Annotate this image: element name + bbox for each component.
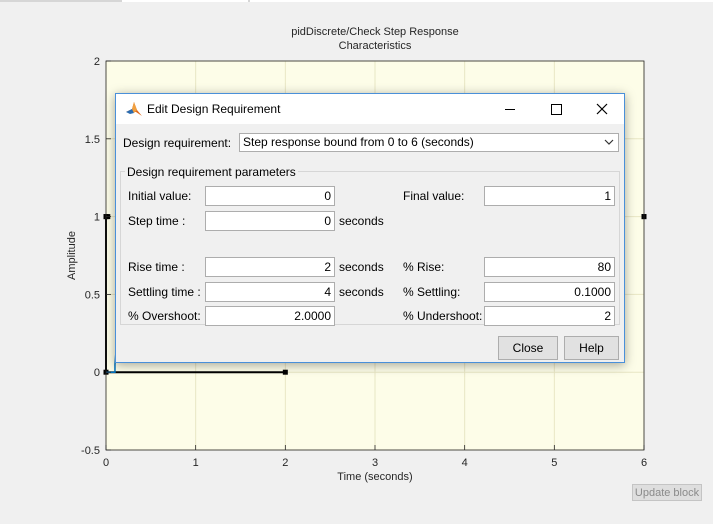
- initial-value-label: Initial value:: [128, 189, 192, 203]
- close-window-button[interactable]: [579, 94, 625, 124]
- x-tick-label: 2: [282, 457, 288, 469]
- matlab-icon: [126, 102, 142, 116]
- bound-marker: [282, 369, 288, 375]
- final-value-field[interactable]: 1: [484, 186, 615, 206]
- settling-time-field[interactable]: 4: [205, 282, 335, 302]
- x-tick-label: 5: [551, 457, 557, 469]
- dialog-titlebar[interactable]: Edit Design Requirement: [116, 94, 624, 124]
- pct-overshoot-label: % Overshoot:: [128, 309, 201, 323]
- requirement-label: Design requirement:: [123, 136, 232, 150]
- chart-title-line1: pidDiscrete/Check Step Response: [291, 26, 459, 38]
- initial-value-field[interactable]: 0: [205, 186, 335, 206]
- x-axis-label: Time (seconds): [337, 471, 412, 483]
- y-tick-label: 0.5: [85, 289, 100, 301]
- pct-overshoot-field[interactable]: 2.0000: [205, 306, 335, 326]
- y-tick-label: 1: [94, 212, 100, 224]
- pct-undershoot-label: % Undershoot:: [403, 309, 483, 323]
- rise-time-label: Rise time :: [128, 260, 185, 274]
- rise-time-unit: seconds: [339, 260, 384, 274]
- step-time-field[interactable]: 0: [205, 211, 335, 231]
- pct-settling-field[interactable]: 0.1000: [484, 282, 615, 302]
- close-icon: [596, 103, 608, 115]
- requirement-select-value: Step response bound from 0 to 6 (seconds…: [243, 135, 474, 149]
- settling-time-unit: seconds: [339, 285, 384, 299]
- x-tick-label: 1: [193, 457, 199, 469]
- settling-time-label: Settling time :: [128, 285, 201, 299]
- maximize-icon: [551, 104, 562, 115]
- x-tick-label: 4: [462, 457, 468, 469]
- close-button[interactable]: Close: [498, 336, 558, 360]
- chart-title-line2: Characteristics: [339, 40, 412, 52]
- maximize-button[interactable]: [533, 94, 579, 124]
- minimize-icon: [505, 109, 515, 110]
- x-tick-label: 3: [372, 457, 378, 469]
- step-time-unit: seconds: [339, 214, 384, 228]
- dialog-title: Edit Design Requirement: [147, 102, 281, 116]
- pct-rise-label: % Rise:: [403, 260, 445, 274]
- parameters-group-title: Design requirement parameters: [125, 165, 298, 179]
- final-value-label: Final value:: [403, 189, 465, 203]
- minimize-button[interactable]: [487, 94, 533, 124]
- pct-settling-label: % Settling:: [403, 285, 461, 299]
- y-tick-label: 1.5: [85, 134, 100, 146]
- y-tick-label: -0.5: [81, 445, 100, 457]
- chevron-down-icon: [604, 139, 614, 145]
- x-tick-label: 6: [641, 457, 647, 469]
- y-tick-label: 2: [94, 56, 100, 68]
- update-block-button[interactable]: Update block: [632, 484, 702, 501]
- step-time-label: Step time :: [128, 214, 186, 228]
- help-button[interactable]: Help: [564, 336, 619, 360]
- y-axis-label: Amplitude: [66, 231, 78, 280]
- y-tick-label: 0: [94, 367, 100, 379]
- requirement-select[interactable]: Step response bound from 0 to 6 (seconds…: [239, 133, 619, 152]
- pct-rise-field[interactable]: 80: [484, 257, 615, 277]
- pct-undershoot-field[interactable]: 2: [484, 306, 615, 326]
- edit-design-requirement-dialog: Edit Design Requirement Design requireme…: [115, 93, 625, 363]
- rise-time-field[interactable]: 2: [205, 257, 335, 277]
- x-tick-label: 0: [103, 457, 109, 469]
